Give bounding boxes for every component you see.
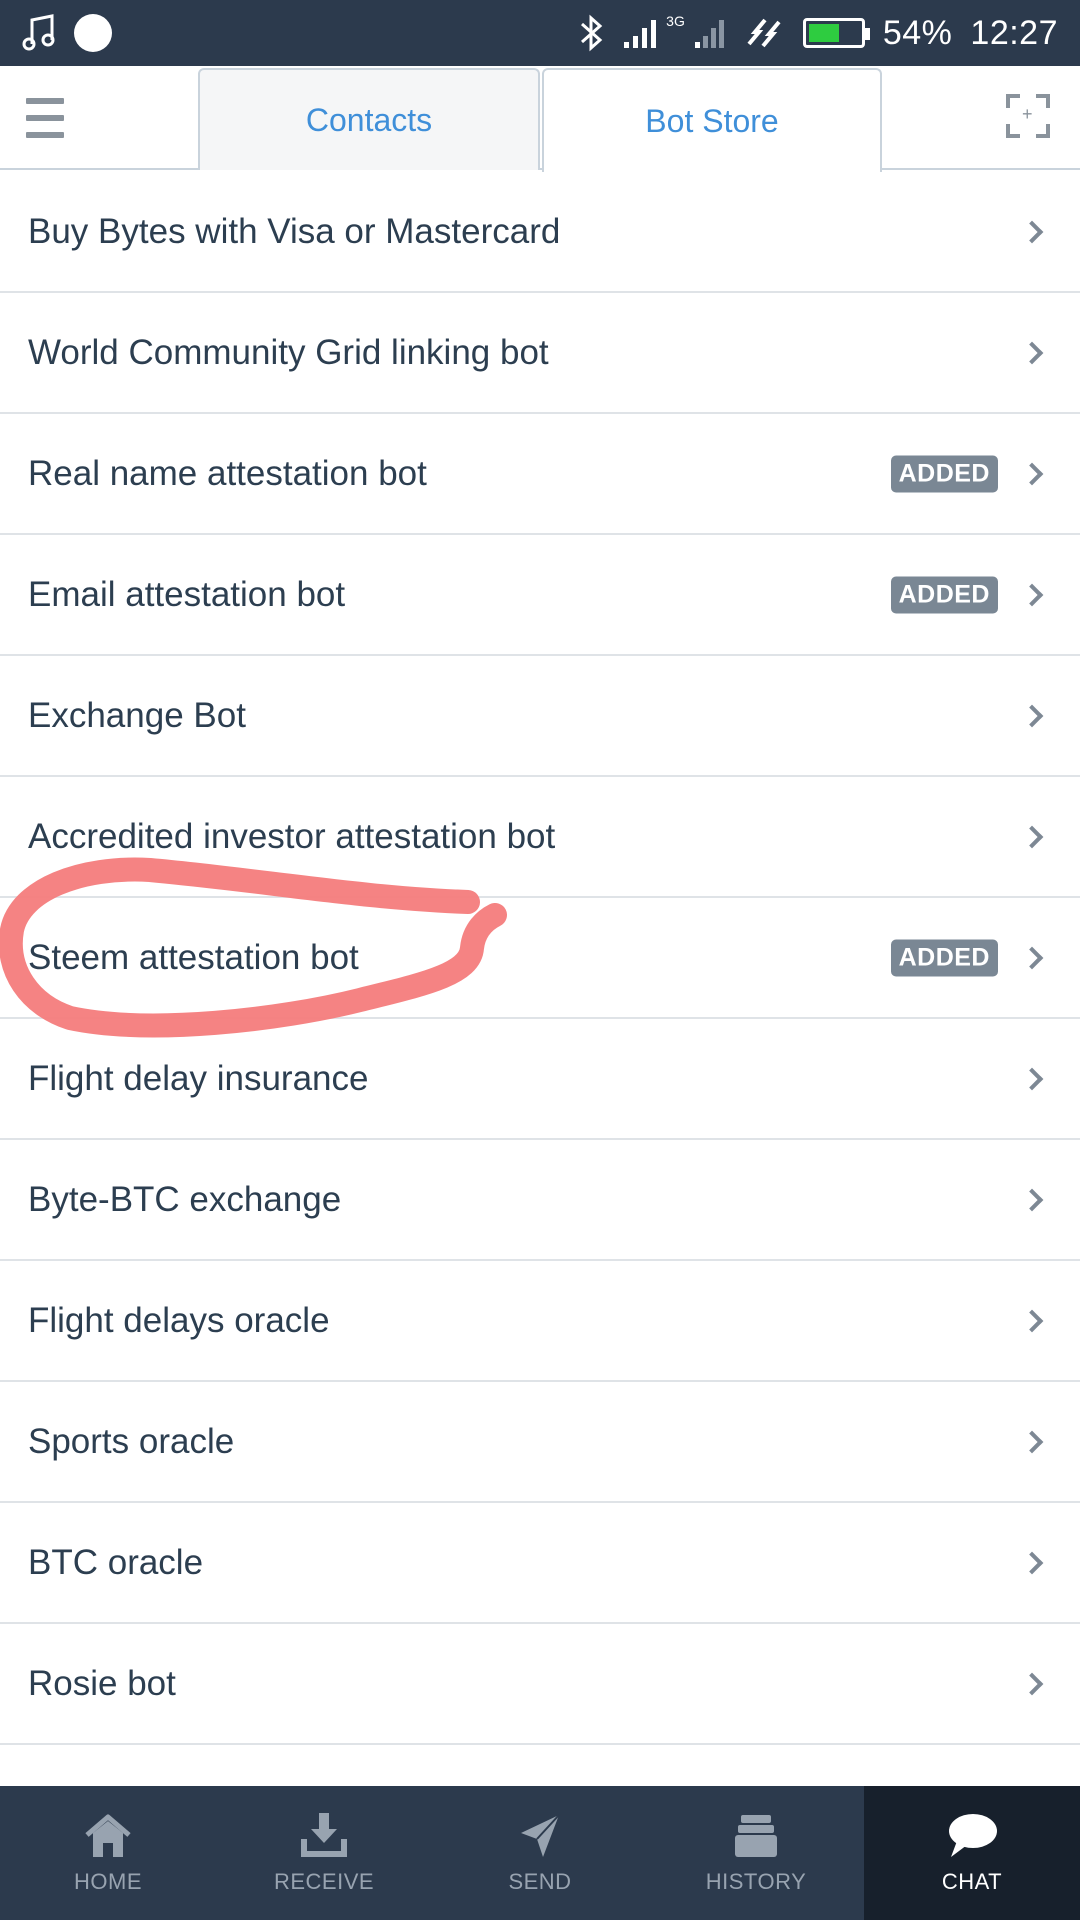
bot-item-world-community-grid[interactable]: World Community Grid linking bot xyxy=(0,293,1080,414)
added-badge: ADDED xyxy=(890,939,998,976)
bot-item-exchange[interactable]: Exchange Bot xyxy=(0,656,1080,777)
chevron-right-icon xyxy=(1020,1551,1044,1574)
music-note-icon xyxy=(22,14,55,51)
send-icon xyxy=(521,1814,560,1857)
chevron-right-icon xyxy=(1020,1067,1044,1090)
nav-receive-label: RECEIVE xyxy=(273,1869,375,1894)
bot-item-label: Sports oracle xyxy=(28,1421,235,1461)
status-bar-right: 3G 54% 12:27 xyxy=(578,13,1058,53)
nav-receive[interactable]: RECEIVE xyxy=(216,1786,432,1920)
bot-item-label: Flight delays oracle xyxy=(28,1300,330,1340)
bluetooth-icon xyxy=(581,14,603,52)
bot-item-sports-oracle[interactable]: Sports oracle xyxy=(0,1382,1080,1503)
app-header: Contacts Bot Store + xyxy=(0,66,1080,172)
bot-item-label: Real name attestation bot xyxy=(28,453,427,493)
bot-item-label: Flight delay insurance xyxy=(28,1058,369,1098)
bot-item-label: BTC oracle xyxy=(28,1542,204,1582)
bottom-navigation: HOME RECEIVE SEND HISTORY CHAT xyxy=(0,1786,1080,1920)
nav-history-label: HISTORY xyxy=(705,1869,807,1894)
bot-item-label: Exchange Bot xyxy=(28,695,246,735)
bot-item-label: Buy Bytes with Visa or Mastercard xyxy=(28,211,561,251)
chevron-right-icon xyxy=(1020,462,1044,485)
signal-2-icon xyxy=(694,20,724,48)
hamburger-menu-icon[interactable] xyxy=(26,98,64,138)
nav-history[interactable]: HISTORY xyxy=(648,1786,864,1920)
nav-home-label: HOME xyxy=(74,1869,142,1894)
qr-scan-icon[interactable]: + xyxy=(1006,94,1050,138)
chevron-right-icon xyxy=(1020,1672,1044,1695)
chevron-right-icon xyxy=(1020,704,1044,727)
status-bar-left xyxy=(22,14,112,52)
nav-chat-label: CHAT xyxy=(941,1869,1003,1894)
tab-contacts[interactable]: Contacts xyxy=(198,68,540,170)
bot-item-label: Rosie bot xyxy=(28,1663,176,1703)
charging-icon xyxy=(747,18,781,48)
receive-icon xyxy=(301,1813,347,1857)
bot-item-flight-delays-oracle[interactable]: Flight delays oracle xyxy=(0,1261,1080,1382)
bot-item-rosie[interactable]: Rosie bot xyxy=(0,1624,1080,1745)
chevron-right-icon xyxy=(1020,1188,1044,1211)
chevron-right-icon xyxy=(1020,1309,1044,1332)
added-badge: ADDED xyxy=(890,576,998,613)
nav-send-label: SEND xyxy=(508,1869,572,1894)
bot-item-real-name-attestation[interactable]: Real name attestation bot ADDED xyxy=(0,414,1080,535)
chevron-right-icon xyxy=(1020,825,1044,848)
chevron-right-icon xyxy=(1020,341,1044,364)
bot-item-accredited-investor[interactable]: Accredited investor attestation bot xyxy=(0,777,1080,898)
bot-item-label: World Community Grid linking bot xyxy=(28,332,549,372)
bot-item-steem-attestation[interactable]: Steem attestation bot ADDED xyxy=(0,898,1080,1019)
bot-item-buy-bytes[interactable]: Buy Bytes with Visa or Mastercard xyxy=(0,172,1080,293)
home-icon xyxy=(85,1814,131,1857)
chevron-right-icon xyxy=(1020,946,1044,969)
status-bar: 3G 54% 12:27 xyxy=(0,0,1080,66)
network-type-label: 3G xyxy=(666,13,685,29)
nav-chat[interactable]: CHAT xyxy=(864,1786,1080,1920)
bot-item-label: Steem attestation bot xyxy=(28,937,359,977)
notification-dot-icon xyxy=(74,14,112,52)
bot-item-label: Byte-BTC exchange xyxy=(28,1179,342,1219)
tab-bot-store[interactable]: Bot Store xyxy=(542,68,882,172)
chevron-right-icon xyxy=(1020,583,1044,606)
bot-item-byte-btc-exchange[interactable]: Byte-BTC exchange xyxy=(0,1140,1080,1261)
bot-item-flight-delay-insurance[interactable]: Flight delay insurance xyxy=(0,1019,1080,1140)
added-badge: ADDED xyxy=(890,455,998,492)
nav-send[interactable]: SEND xyxy=(432,1786,648,1920)
chevron-right-icon xyxy=(1020,220,1044,243)
bot-item-label: Accredited investor attestation bot xyxy=(28,816,556,856)
chevron-right-icon xyxy=(1020,1430,1044,1453)
signal-icon xyxy=(624,20,657,48)
history-icon xyxy=(735,1815,777,1857)
bot-list: Buy Bytes with Visa or Mastercard World … xyxy=(0,172,1080,1745)
nav-home[interactable]: HOME xyxy=(0,1786,216,1920)
bot-item-label: Email attestation bot xyxy=(28,574,346,614)
bot-item-email-attestation[interactable]: Email attestation bot ADDED xyxy=(0,535,1080,656)
battery-percent: 54% xyxy=(882,13,953,52)
chat-icon xyxy=(949,1814,997,1857)
bot-item-btc-oracle[interactable]: BTC oracle xyxy=(0,1503,1080,1624)
clock: 12:27 xyxy=(970,13,1058,52)
battery-icon xyxy=(802,18,870,48)
